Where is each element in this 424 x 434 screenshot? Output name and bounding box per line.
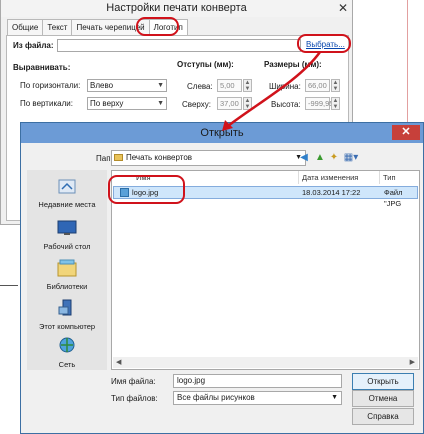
annotation-arrow bbox=[222, 51, 322, 131]
